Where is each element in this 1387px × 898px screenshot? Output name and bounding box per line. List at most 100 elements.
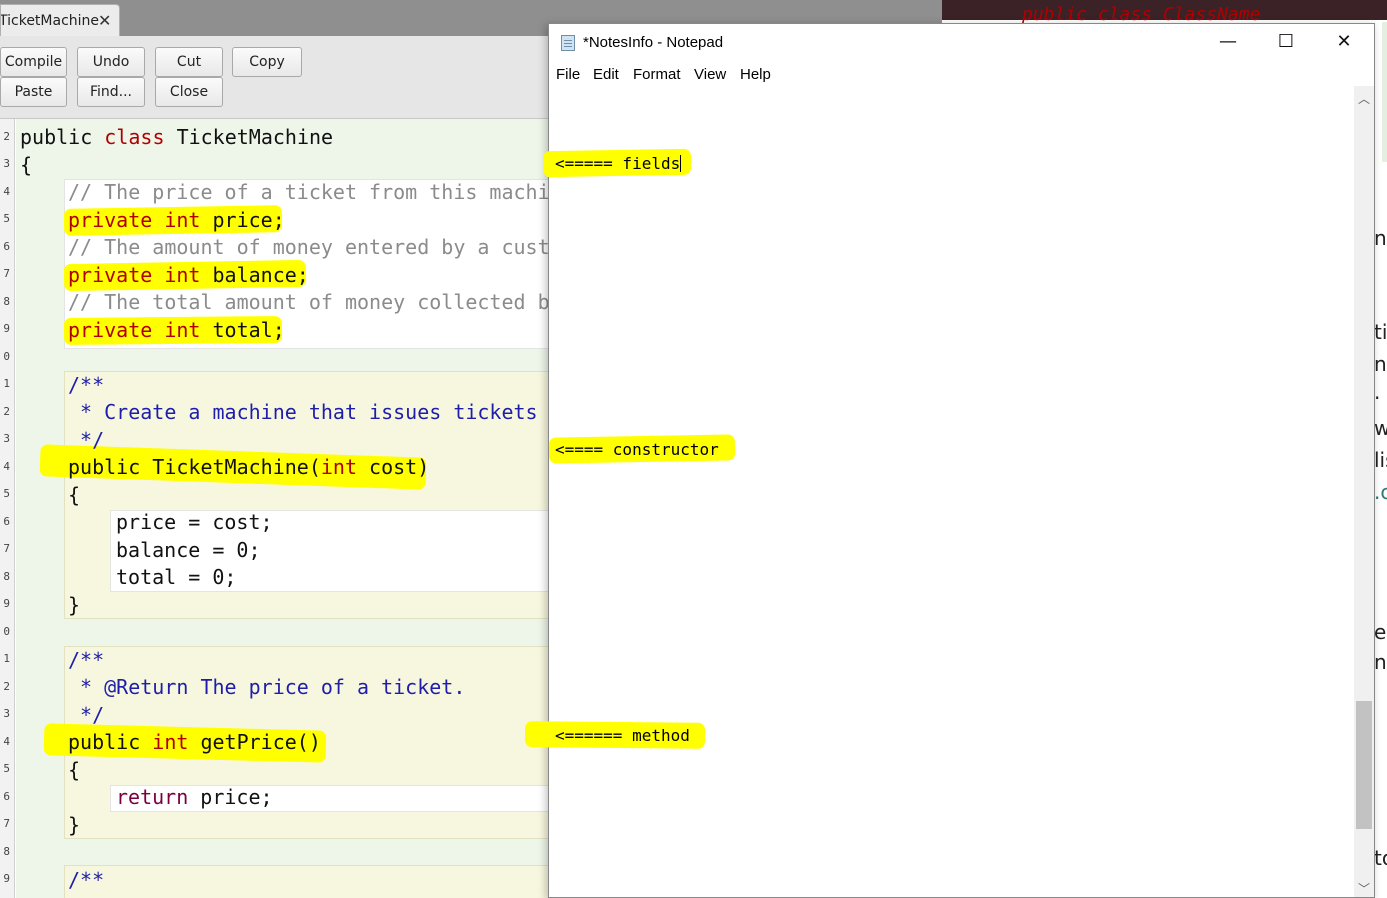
clipped-text: ne (1374, 650, 1387, 674)
code-line: { (20, 153, 33, 177)
clipped-text: no (1374, 226, 1387, 250)
maximize-icon[interactable]: ☐ (1257, 24, 1315, 60)
line-number: 2 (3, 680, 10, 693)
line-number: 2 (3, 130, 10, 143)
keyword: private (68, 263, 153, 287)
code-text: total; (212, 318, 285, 342)
keyword: public (20, 125, 93, 149)
line-number: 8 (3, 570, 10, 583)
undo-button[interactable]: Undo (77, 47, 145, 77)
scroll-up-icon[interactable]: ︿ (1354, 90, 1374, 107)
background-window-header: public class ClassName (942, 0, 1387, 25)
line-number: 9 (3, 322, 10, 335)
keyword: class (104, 125, 165, 149)
keyword: int (320, 455, 357, 479)
menu-view[interactable]: View (694, 66, 726, 83)
notepad-text-area[interactable]: <===== fields <==== constructor <====== … (524, 86, 1354, 897)
line-number: 4 (3, 185, 10, 198)
cut-button[interactable]: Cut (155, 47, 223, 77)
keyword: private (68, 208, 153, 232)
code-text: price; (212, 208, 285, 232)
tab-label: TicketMachine (0, 13, 100, 29)
paste-button[interactable]: Paste (0, 77, 67, 107)
line-number: 8 (3, 845, 10, 858)
clipped-text: .c (1374, 480, 1387, 504)
code-line: private int balance; (68, 262, 309, 289)
close-button[interactable]: Close (155, 77, 223, 107)
compile-button[interactable]: Compile (0, 47, 67, 77)
class-name: TicketMachine (176, 125, 334, 149)
code-comment: // The amount of money entered by a cust (68, 235, 550, 259)
code-line: } (68, 593, 81, 617)
code-line: total = 0; (116, 565, 237, 589)
keyword: int (164, 318, 201, 342)
javadoc-line: /** (68, 648, 105, 672)
code-text: TicketMachine( (152, 455, 321, 479)
tab-close-icon[interactable]: ✕ (98, 5, 111, 36)
background-scope-strip (1382, 22, 1387, 162)
code-text: price; (200, 785, 273, 809)
line-number: 6 (3, 515, 10, 528)
tab-ticketmachine[interactable]: TicketMachine ✕ (0, 4, 120, 36)
code-line: public class TicketMachine (20, 124, 333, 151)
code-line: balance = 0; (116, 538, 261, 562)
line-number: 5 (3, 762, 10, 775)
javadoc-line: * @Return The price of a ticket. (68, 675, 466, 699)
vertical-scrollbar[interactable]: ︿ ﹀ (1354, 86, 1374, 897)
line-number: 6 (3, 790, 10, 803)
code-line: } (68, 813, 81, 837)
line-number: 8 (3, 295, 10, 308)
note-line-method: <====== method (555, 726, 690, 745)
code-line: { (68, 758, 81, 782)
scroll-down-icon[interactable]: ﹀ (1354, 880, 1374, 897)
line-number: 6 (3, 240, 10, 253)
note-line-fields: <===== fields (555, 154, 682, 173)
line-number: 9 (3, 597, 10, 610)
copy-button[interactable]: Copy (232, 47, 302, 77)
notepad-title-bar[interactable]: *NotesInfo - Notepad — ☐ ✕ (549, 24, 1374, 62)
clipped-text: nl (1374, 352, 1387, 376)
clipped-text: w (1374, 416, 1387, 440)
keyword: int (152, 730, 189, 754)
line-number: 5 (3, 212, 10, 225)
code-line: price = cost; (116, 510, 273, 534)
line-number: 1 (3, 652, 10, 665)
keyword: return (116, 785, 189, 809)
code-line: public TicketMachine(int cost) (68, 454, 429, 481)
menu-format[interactable]: Format (633, 66, 681, 83)
clipped-text: tic (1374, 320, 1387, 344)
code-line: private int price; (68, 207, 285, 234)
line-number-gutter: 2 3 4 5 6 7 8 9 0 1 2 3 4 5 6 7 8 9 0 1 … (0, 119, 15, 898)
notepad-icon (561, 35, 575, 51)
keyword: public (68, 730, 141, 754)
code-line: { (68, 483, 81, 507)
code-line: private int total; (68, 317, 285, 344)
minimize-icon[interactable]: — (1199, 24, 1257, 60)
keyword: public (68, 455, 141, 479)
code-text: cost) (369, 455, 430, 479)
line-number: 7 (3, 817, 10, 830)
menu-file[interactable]: File (556, 66, 580, 83)
notepad-menu-bar: File Edit Format View Help (549, 62, 1374, 86)
close-icon[interactable]: ✕ (1315, 24, 1373, 60)
code-text: getPrice() (200, 730, 321, 754)
line-number: 7 (3, 542, 10, 555)
javadoc-line: */ (68, 703, 105, 727)
background-code: public class ClassName (1022, 4, 1261, 25)
notepad-window: *NotesInfo - Notepad — ☐ ✕ File Edit For… (524, 23, 1375, 898)
line-number: 4 (3, 460, 10, 473)
line-number: 7 (3, 267, 10, 280)
line-number: 4 (3, 735, 10, 748)
scrollbar-thumb[interactable] (1356, 701, 1372, 829)
find-button[interactable]: Find... (77, 77, 145, 107)
menu-help[interactable]: Help (740, 66, 771, 83)
keyword: int (164, 263, 201, 287)
menu-edit[interactable]: Edit (593, 66, 619, 83)
clipped-text: to (1374, 846, 1387, 870)
text-caret (680, 155, 682, 172)
code-text: balance; (212, 263, 309, 287)
code-comment: // The total amount of money collected b (68, 290, 550, 314)
note-text: <===== fields (555, 154, 681, 173)
keyword: private (68, 318, 153, 342)
line-number: 3 (3, 707, 10, 720)
